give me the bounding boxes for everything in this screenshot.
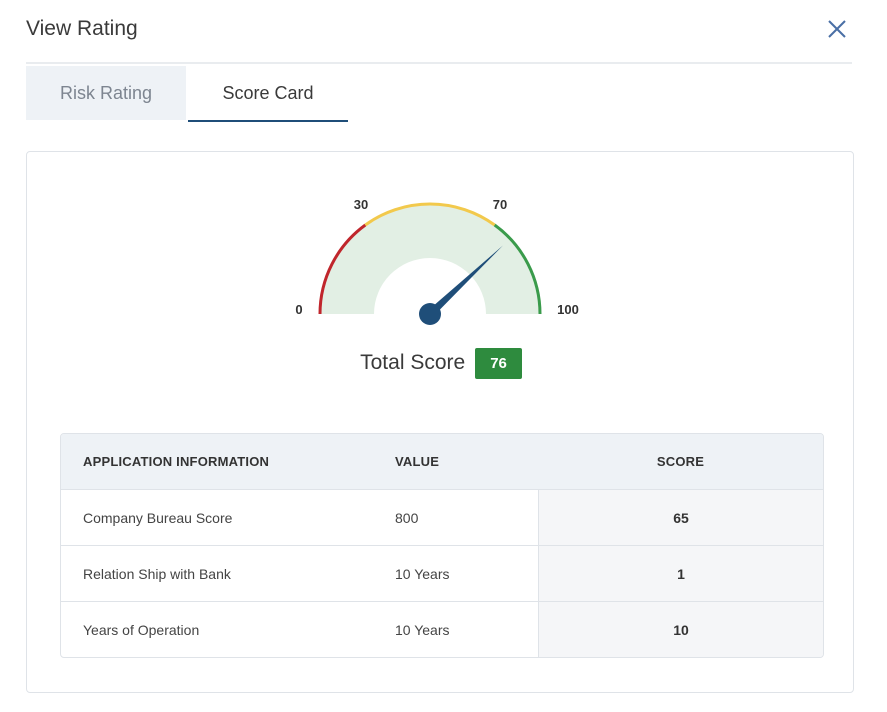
gauge-fill-band — [320, 204, 540, 314]
row-value: 10 Years — [395, 621, 450, 638]
close-icon[interactable] — [826, 18, 848, 40]
gauge-hub — [419, 303, 441, 325]
modal-header: View Rating — [26, 14, 852, 64]
modal-title: View Rating — [26, 17, 138, 40]
application-info-table: APPLICATION INFORMATION VALUE SCORE Comp… — [60, 433, 824, 658]
tab-risk-rating[interactable]: Risk Rating — [26, 66, 186, 120]
table-row: Relation Ship with Bank 10 Years 1 — [61, 545, 823, 601]
row-info: Relation Ship with Bank — [83, 565, 231, 582]
total-score-badge: 76 — [475, 347, 522, 379]
row-value: 800 — [395, 509, 419, 526]
gauge-label-max: 100 — [557, 302, 579, 317]
gauge-label-low: 30 — [354, 197, 368, 212]
score-card-panel: 0 30 70 100 Total Score 76 APPLICATION I… — [26, 151, 854, 693]
row-score: 10 — [538, 602, 823, 657]
row-value: 10 Years — [395, 565, 450, 582]
table-row: Company Bureau Score 800 65 — [61, 489, 823, 545]
total-score-label: Total Score — [360, 351, 466, 374]
header-application-information: APPLICATION INFORMATION — [83, 454, 270, 469]
row-score: 65 — [538, 490, 823, 545]
tab-score-card[interactable]: Score Card — [188, 66, 348, 122]
header-value: VALUE — [395, 454, 440, 469]
header-score: SCORE — [656, 454, 705, 469]
row-info: Years of Operation — [83, 621, 200, 638]
row-score: 1 — [538, 546, 823, 601]
table-header-row: APPLICATION INFORMATION VALUE SCORE — [61, 434, 823, 489]
gauge-label-high: 70 — [493, 197, 507, 212]
table-row: Years of Operation 10 Years 10 — [61, 601, 823, 657]
gauge-label-min: 0 — [295, 302, 302, 317]
total-score: Total Score 76 — [27, 346, 855, 380]
view-rating-modal: View Rating Risk Rating Score Card 0 30 … — [0, 0, 887, 712]
row-info: Company Bureau Score — [83, 509, 233, 526]
tab-bar: Risk Rating Score Card — [26, 66, 852, 122]
